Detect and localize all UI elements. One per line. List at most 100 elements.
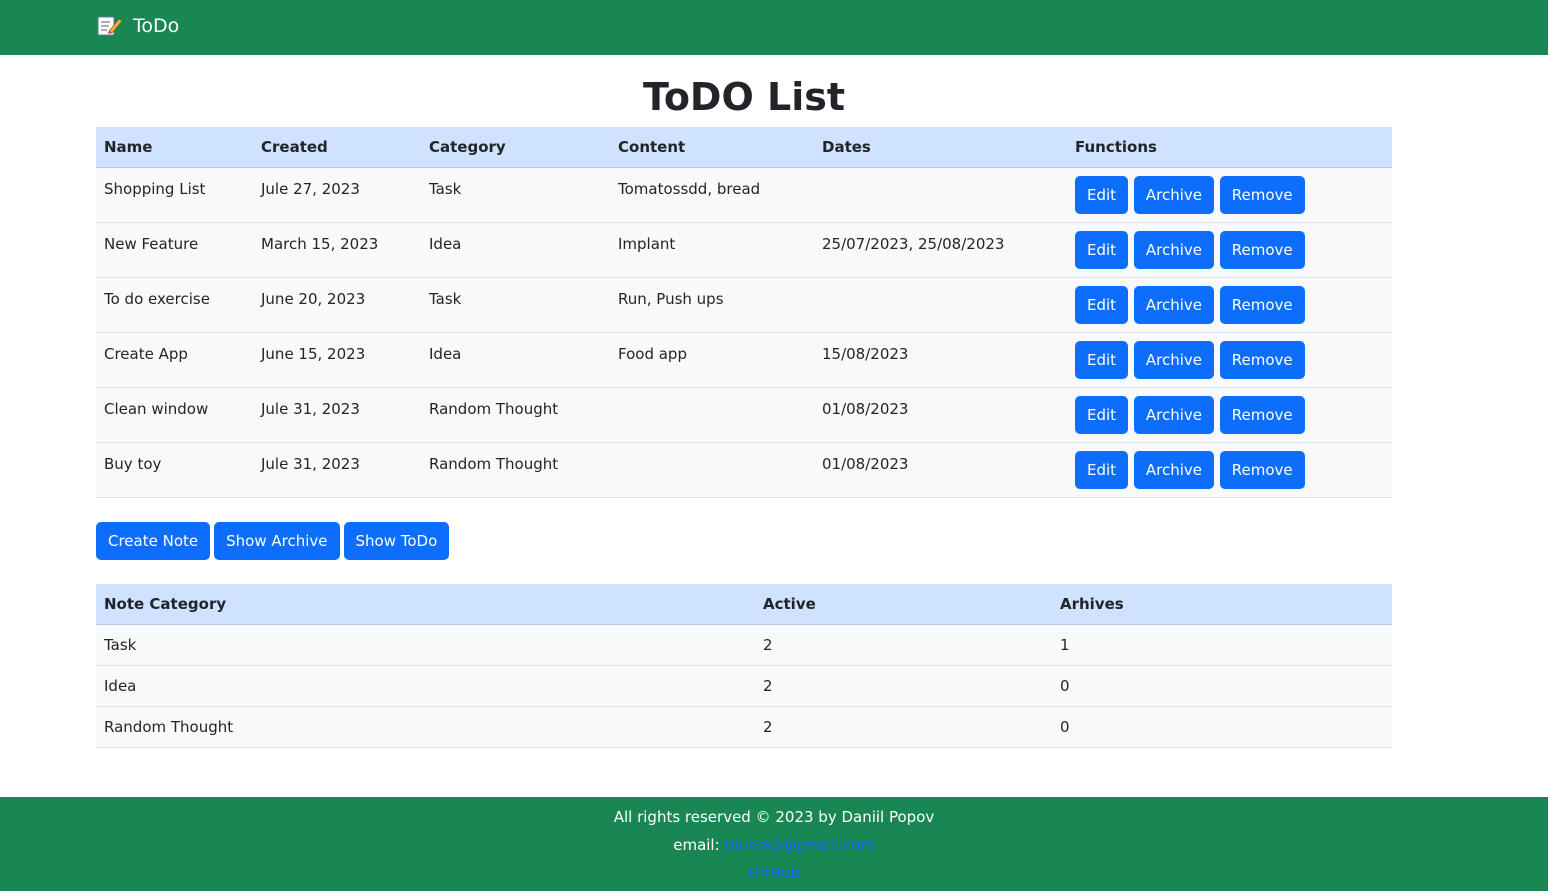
archive-button[interactable]: Archive	[1133, 231, 1214, 269]
summary-active-count: 2	[755, 706, 1052, 748]
summary-table: Note Category Active Arhives Task 2 1 Id…	[96, 584, 1392, 748]
summary-archived-count: 0	[1052, 706, 1392, 748]
note-created: Jule 31, 2023	[261, 455, 360, 473]
note-dates: 25/07/2023, 25/08/2023	[822, 235, 1005, 253]
notes-table-header-row: Name Created Category Content Dates Func…	[96, 127, 1392, 168]
note-name: Shopping List	[104, 180, 206, 198]
edit-button[interactable]: Edit	[1075, 176, 1129, 214]
remove-button[interactable]: Remove	[1219, 286, 1305, 324]
note-category: Random Thought	[429, 455, 559, 473]
note-category: Idea	[429, 345, 462, 363]
note-category-cell: Idea	[421, 332, 610, 388]
note-name-cell: To do exercise	[96, 277, 253, 333]
remove-button[interactable]: Remove	[1219, 231, 1305, 269]
note-content-cell: Run, Push ups	[610, 277, 814, 333]
note-created: June 20, 2023	[261, 290, 366, 308]
table-row: Task 2 1	[96, 624, 1392, 666]
note-name-cell: Clean window	[96, 387, 253, 443]
note-category-cell: Idea	[421, 222, 610, 278]
note-created: Jule 31, 2023	[261, 400, 360, 418]
show-todo-button[interactable]: Show ToDo	[343, 522, 450, 560]
table-row: Create App June 15, 2023 Idea Food app 1…	[96, 332, 1392, 388]
summary-category: Random Thought	[96, 706, 755, 748]
note-functions-cell: Edit Archive Remove	[1067, 332, 1392, 388]
memo-pencil-icon	[97, 15, 123, 37]
note-content: Run, Push ups	[618, 290, 724, 308]
note-functions-cell: Edit Archive Remove	[1067, 222, 1392, 278]
note-name: To do exercise	[104, 290, 210, 308]
create-note-button[interactable]: Create Note	[96, 522, 211, 560]
note-category-cell: Random Thought	[421, 387, 610, 443]
summary-table-header-row: Note Category Active Arhives	[96, 584, 1392, 625]
note-dates	[822, 278, 1059, 290]
note-name: Buy toy	[104, 455, 162, 473]
table-row: New Feature March 15, 2023 Idea Implant …	[96, 222, 1392, 278]
note-created-cell: Jule 27, 2023	[253, 167, 421, 223]
column-header-category: Category	[421, 127, 610, 168]
remove-button[interactable]: Remove	[1219, 176, 1305, 214]
note-functions-cell: Edit Archive Remove	[1067, 167, 1392, 223]
column-header-archives: Arhives	[1052, 584, 1392, 625]
archive-button[interactable]: Archive	[1133, 176, 1214, 214]
column-header-created: Created	[253, 127, 421, 168]
note-name: New Feature	[104, 235, 199, 253]
edit-button[interactable]: Edit	[1075, 451, 1129, 489]
notes-table: Name Created Category Content Dates Func…	[96, 127, 1392, 498]
remove-button[interactable]: Remove	[1219, 341, 1305, 379]
navbar-brand[interactable]: ToDo	[97, 15, 179, 37]
note-dates-cell: 25/07/2023, 25/08/2023	[814, 222, 1067, 278]
remove-button[interactable]: Remove	[1219, 451, 1305, 489]
note-created: Jule 27, 2023	[261, 180, 360, 198]
remove-button[interactable]: Remove	[1219, 396, 1305, 434]
table-row: Shopping List Jule 27, 2023 Task Tomatos…	[96, 167, 1392, 223]
note-functions-cell: Edit Archive Remove	[1067, 277, 1392, 333]
edit-button[interactable]: Edit	[1075, 396, 1129, 434]
summary-archived-count: 1	[1052, 624, 1392, 666]
footer-email-link[interactable]: niuhrxd@gmail.com	[724, 836, 874, 854]
show-archive-button[interactable]: Show Archive	[214, 522, 340, 560]
table-row: Idea 2 0	[96, 665, 1392, 707]
note-dates: 01/08/2023	[822, 455, 909, 473]
footer-email-label: email:	[673, 836, 720, 854]
note-category: Random Thought	[429, 400, 559, 418]
summary-category: Idea	[96, 665, 755, 707]
note-category-cell: Task	[421, 277, 610, 333]
table-row: Random Thought 2 0	[96, 706, 1392, 748]
note-content: Tomatossdd, bread	[618, 180, 761, 198]
note-name: Clean window	[104, 400, 209, 418]
note-name-cell: Buy toy	[96, 442, 253, 498]
note-dates-cell: 15/08/2023	[814, 332, 1067, 388]
summary-archived-count: 0	[1052, 665, 1392, 707]
note-dates-cell	[814, 277, 1067, 333]
note-content-cell	[610, 442, 814, 498]
edit-button[interactable]: Edit	[1075, 341, 1129, 379]
column-header-functions: Functions	[1067, 127, 1392, 168]
note-content-cell: Tomatossdd, bread	[610, 167, 814, 223]
note-dates-cell: 01/08/2023	[814, 442, 1067, 498]
note-created-cell: March 15, 2023	[253, 222, 421, 278]
table-row: Buy toy Jule 31, 2023 Random Thought 01/…	[96, 442, 1392, 498]
note-category: Task	[429, 180, 462, 198]
archive-button[interactable]: Archive	[1133, 451, 1214, 489]
note-created: June 15, 2023	[261, 345, 366, 363]
archive-button[interactable]: Archive	[1133, 396, 1214, 434]
footer-github-line: GitHub	[0, 859, 1548, 887]
note-category-cell: Task	[421, 167, 610, 223]
note-functions-cell: Edit Archive Remove	[1067, 442, 1392, 498]
archive-button[interactable]: Archive	[1133, 341, 1214, 379]
brand-label: ToDo	[133, 15, 180, 37]
table-row: Clean window Jule 31, 2023 Random Though…	[96, 387, 1392, 443]
note-content	[618, 388, 806, 400]
note-created-cell: Jule 31, 2023	[253, 442, 421, 498]
footer-email-line: email: niuhrxd@gmail.com	[0, 831, 1548, 859]
note-content-cell: Food app	[610, 332, 814, 388]
footer-copyright: All rights reserved © 2023 by Daniil Pop…	[613, 808, 935, 826]
footer-github-link[interactable]: GitHub	[748, 864, 800, 882]
edit-button[interactable]: Edit	[1075, 231, 1129, 269]
archive-button[interactable]: Archive	[1133, 286, 1214, 324]
note-category: Idea	[429, 235, 462, 253]
action-bar: Create Note Show Archive Show ToDo	[96, 522, 450, 560]
note-content	[618, 443, 806, 455]
edit-button[interactable]: Edit	[1075, 286, 1129, 324]
table-row: To do exercise June 20, 2023 Task Run, P…	[96, 277, 1392, 333]
